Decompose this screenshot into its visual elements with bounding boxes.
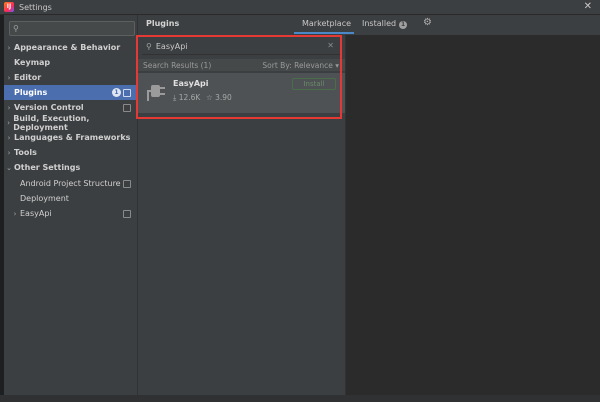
app-logo: IJ (4, 2, 14, 12)
sidebar-item-label: Editor (14, 73, 42, 82)
sidebar-item-label: Build, Execution, Deployment (13, 113, 90, 132)
updates-badge: 1 (112, 88, 121, 97)
sidebar-search-input[interactable] (20, 24, 121, 33)
sidebar-item-label: Version Control (14, 103, 84, 112)
sidebar-item-label: Plugins (14, 88, 48, 97)
sidebar-item-label: Deployment (20, 194, 69, 203)
sidebar-item-tools[interactable]: › Tools (4, 145, 137, 160)
search-icon: ⚲ (13, 24, 19, 33)
expand-arrow-icon: › (13, 209, 17, 218)
project-scope-icon (123, 180, 131, 188)
window-title: Settings (19, 2, 52, 12)
tab-installed[interactable]: Installed 1 (362, 19, 408, 29)
sidebar-item-label: Keymap (14, 58, 51, 67)
bottom-bar (0, 395, 600, 402)
sidebar-item-languages-frameworks[interactable]: › Languages & Frameworks (4, 130, 137, 145)
tab-installed-label: Installed (362, 19, 397, 28)
sidebar-item-plugins[interactable]: Plugins 1 (4, 85, 137, 100)
sidebar-item-deployment[interactable]: Deployment (4, 191, 137, 206)
close-icon[interactable]: ✕ (584, 0, 592, 14)
expand-arrow-icon: › (7, 148, 11, 157)
expand-arrow-icon: › (7, 43, 11, 52)
title-bar: IJ Settings ✕ (0, 0, 600, 15)
plugins-header: Plugins Marketplace Installed 1 ⚙ (138, 15, 600, 35)
expand-arrow-icon: › (7, 118, 11, 127)
sidebar-item-build-execution-deployment[interactable]: › Build, Execution, Deployment (4, 113, 137, 132)
expand-arrow-icon: › (7, 103, 11, 112)
sidebar-item-label: Tools (14, 148, 37, 157)
sidebar-item-other-settings[interactable]: ⌄ Other Settings (4, 160, 137, 175)
collapse-arrow-icon: ⌄ (6, 163, 12, 172)
settings-sidebar: ⚲ › Appearance & Behavior Keymap › Edito… (4, 15, 138, 402)
project-scope-icon (123, 210, 131, 218)
tab-marketplace[interactable]: Marketplace (302, 19, 351, 28)
sidebar-item-label: Appearance & Behavior (14, 43, 121, 52)
project-scope-icon (123, 104, 131, 112)
annotation-highlight-box (136, 35, 342, 119)
sidebar-item-easyapi[interactable]: › EasyApi (4, 206, 137, 221)
gear-icon[interactable]: ⚙ (423, 17, 432, 28)
sidebar-item-label: Android Project Structure (20, 179, 121, 188)
expand-arrow-icon: › (7, 133, 11, 142)
sidebar-item-label: EasyApi (20, 209, 52, 218)
sidebar-item-keymap[interactable]: Keymap (4, 55, 137, 70)
project-scope-icon (123, 89, 131, 97)
page-title: Plugins (146, 19, 180, 28)
sidebar-item-label: Languages & Frameworks (14, 133, 131, 142)
sidebar-item-editor[interactable]: › Editor (4, 70, 137, 85)
sidebar-item-appearance-behavior[interactable]: › Appearance & Behavior (4, 40, 137, 55)
active-tab-indicator (294, 32, 354, 34)
sidebar-item-android-project-structure[interactable]: Android Project Structure (4, 176, 137, 191)
expand-arrow-icon: › (7, 73, 11, 82)
installed-count-badge: 1 (399, 21, 408, 29)
sidebar-item-label: Other Settings (14, 163, 81, 172)
sidebar-search[interactable]: ⚲ (9, 21, 135, 36)
